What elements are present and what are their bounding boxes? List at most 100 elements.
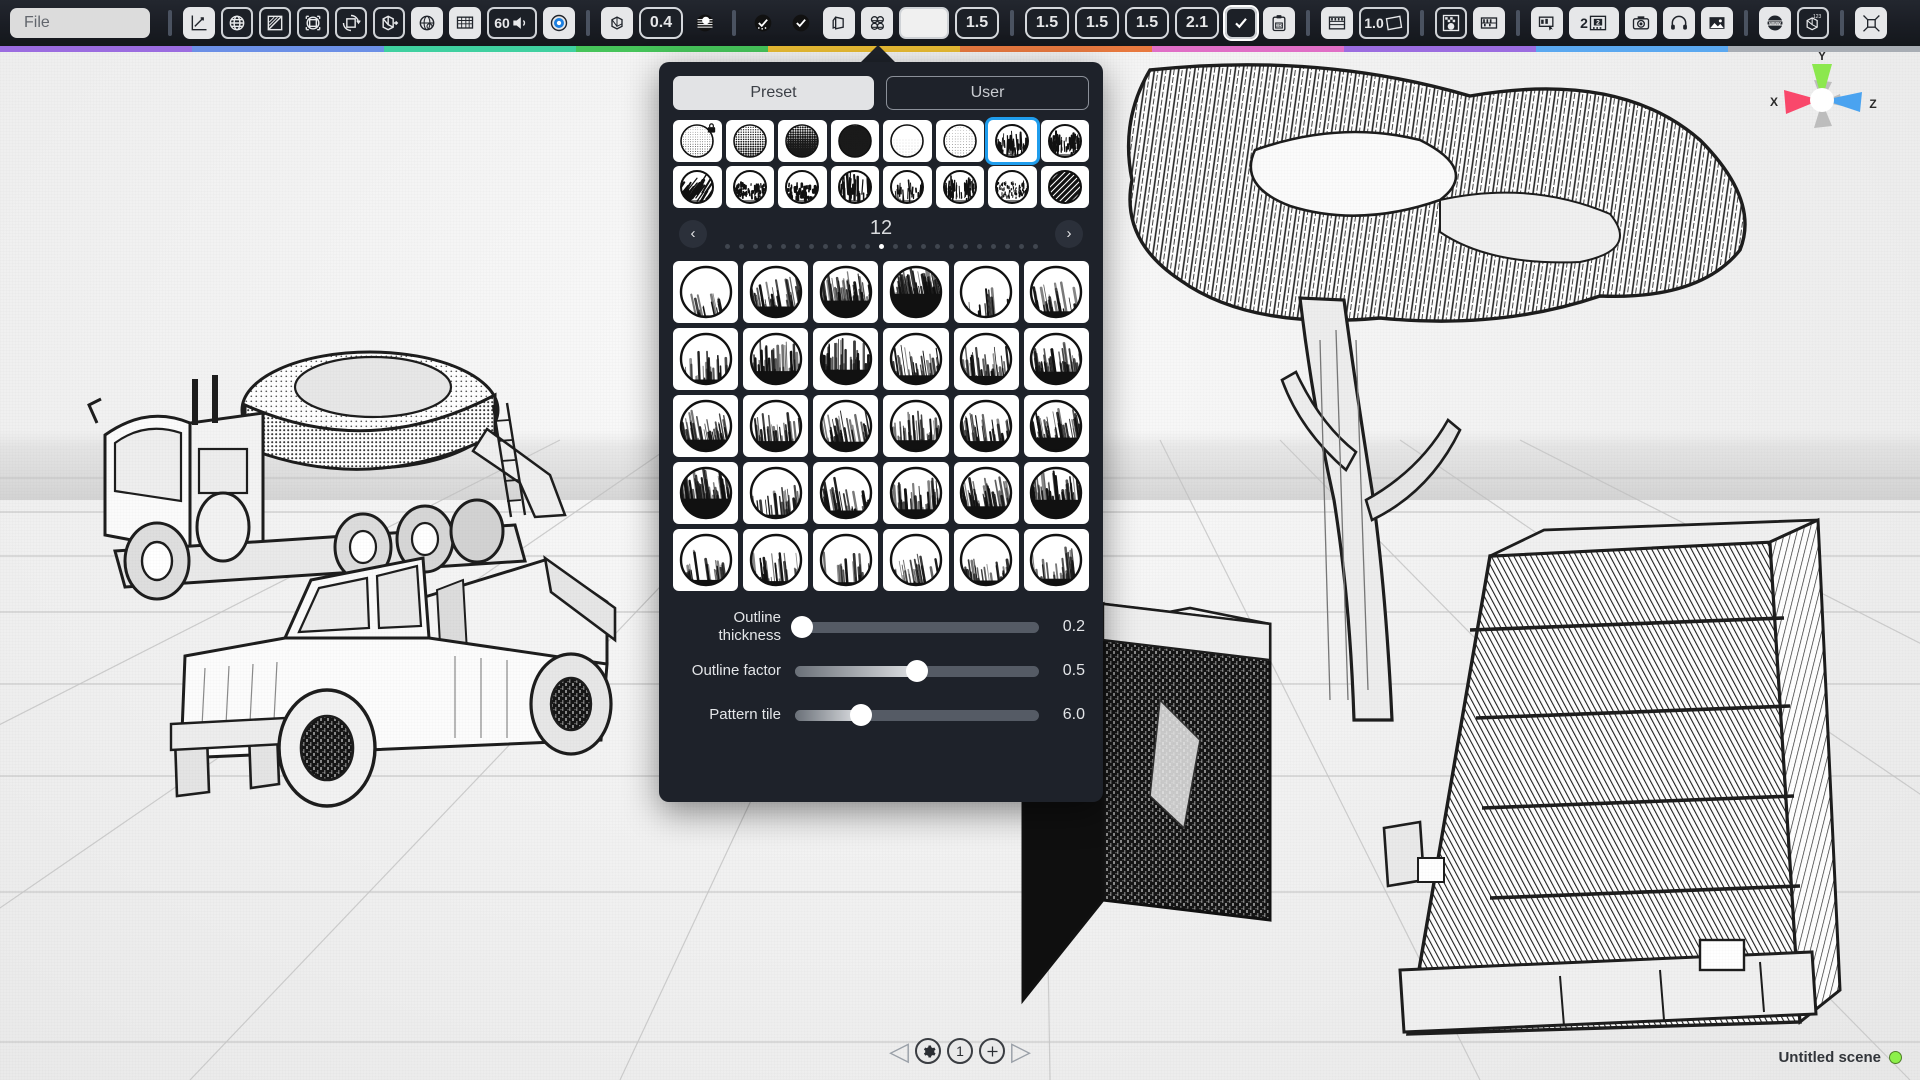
pager-dot[interactable] bbox=[976, 244, 982, 249]
slider-pattern-tile-knob[interactable] bbox=[849, 704, 872, 726]
material-swatch[interactable] bbox=[813, 261, 879, 323]
value-c-button[interactable]: 1.5 bbox=[1075, 7, 1119, 39]
cube-button[interactable] bbox=[601, 7, 633, 39]
bottom-page-bar[interactable]: ◁ 1 ▷ bbox=[0, 1034, 1920, 1068]
pager-dot[interactable] bbox=[836, 244, 842, 249]
axis-gizmo[interactable]: Y X Z bbox=[1762, 50, 1882, 150]
fps-speaker-button[interactable]: 60 bbox=[487, 7, 537, 39]
timeline-button[interactable] bbox=[1473, 7, 1505, 39]
headphones-button[interactable] bbox=[1663, 7, 1695, 39]
swatch-brush-spatter[interactable] bbox=[725, 166, 774, 208]
swatch-brush-gradient[interactable] bbox=[988, 166, 1037, 208]
material-swatch[interactable] bbox=[673, 395, 739, 457]
gradient-square-button[interactable] bbox=[259, 7, 291, 39]
pager-dot[interactable] bbox=[738, 244, 744, 249]
pager-dot[interactable] bbox=[822, 244, 828, 249]
swatch-brush-slash[interactable] bbox=[673, 166, 722, 208]
camera-button[interactable] bbox=[1625, 7, 1657, 39]
frame-2-button[interactable]: 22 bbox=[1569, 7, 1619, 39]
swatch-brush-wisp[interactable] bbox=[883, 166, 932, 208]
pager-dot[interactable] bbox=[906, 244, 912, 249]
material-swatch[interactable] bbox=[1023, 328, 1089, 390]
material-swatch[interactable] bbox=[953, 529, 1019, 591]
four-spheres-button[interactable] bbox=[861, 7, 893, 39]
material-swatch[interactable] bbox=[673, 328, 739, 390]
image-button[interactable] bbox=[1701, 7, 1733, 39]
add-page-button[interactable] bbox=[979, 1038, 1005, 1064]
material-swatch[interactable] bbox=[1023, 529, 1089, 591]
material-swatch[interactable] bbox=[1023, 462, 1089, 524]
tab-preset[interactable]: Preset bbox=[673, 76, 874, 110]
rotate-cube-button[interactable] bbox=[335, 7, 367, 39]
pager-dots[interactable] bbox=[724, 244, 1038, 249]
current-page-indicator[interactable]: 1 bbox=[947, 1038, 973, 1064]
swatch-dot-light[interactable] bbox=[883, 120, 932, 162]
transform-gizmo-button[interactable] bbox=[1855, 7, 1887, 39]
top-swatch-grid[interactable] bbox=[659, 110, 1103, 208]
swatch-brush-bristle[interactable] bbox=[935, 166, 984, 208]
slider-outline-thickness-knob[interactable] bbox=[791, 616, 814, 638]
grid-panel-button[interactable] bbox=[449, 7, 481, 39]
material-sliders[interactable]: Outline thickness 0.2 Outline factor 0.5 Pa… bbox=[659, 591, 1103, 737]
pager-dot[interactable] bbox=[934, 244, 940, 249]
slider-pattern-tile-track[interactable] bbox=[795, 704, 1039, 726]
value-a-button[interactable]: 1.5 bbox=[955, 7, 999, 39]
value-e-button[interactable]: 2.1 bbox=[1175, 7, 1219, 39]
axes-tool-button[interactable] bbox=[183, 7, 215, 39]
panel-tabs[interactable]: Preset User bbox=[659, 62, 1103, 110]
material-swatch[interactable] bbox=[953, 395, 1019, 457]
export-3d-button[interactable]: 3D bbox=[1263, 7, 1295, 39]
material-swatch[interactable] bbox=[883, 328, 949, 390]
pager-prev-button[interactable]: ‹ bbox=[679, 219, 707, 248]
pager-dot[interactable] bbox=[724, 244, 730, 249]
material-swatch[interactable] bbox=[743, 395, 809, 457]
slider-outline-thickness[interactable]: Outline thickness 0.2 bbox=[677, 605, 1085, 649]
slider-outline-thickness-track[interactable] bbox=[791, 616, 1039, 638]
pager-dot[interactable] bbox=[766, 244, 772, 249]
material-swatch[interactable] bbox=[673, 529, 739, 591]
slider-outline-factor[interactable]: Outline factor 0.5 bbox=[677, 649, 1085, 693]
material-swatch[interactable] bbox=[1023, 261, 1089, 323]
tab-user[interactable]: User bbox=[886, 76, 1089, 110]
pager-dot[interactable] bbox=[1018, 244, 1024, 249]
check-circle-button[interactable] bbox=[785, 7, 817, 39]
material-picker-panel[interactable]: Preset User ‹ 12 › Outline thickness 0.2… bbox=[659, 62, 1103, 802]
swatch-dot-fine[interactable] bbox=[673, 120, 722, 162]
pager-dot[interactable] bbox=[990, 244, 996, 249]
checker-dot-button[interactable] bbox=[1435, 7, 1467, 39]
material-swatch[interactable] bbox=[953, 462, 1019, 524]
globe-button[interactable] bbox=[411, 7, 443, 39]
pager-dot[interactable] bbox=[962, 244, 968, 249]
filmstrip-button[interactable] bbox=[1321, 7, 1353, 39]
material-swatch[interactable] bbox=[743, 328, 809, 390]
pager-dot[interactable] bbox=[794, 244, 800, 249]
pager-dot[interactable] bbox=[780, 244, 786, 249]
slider-outline-factor-knob[interactable] bbox=[906, 660, 928, 682]
pager-dot[interactable] bbox=[864, 244, 870, 249]
material-swatch[interactable] bbox=[953, 261, 1019, 323]
globe-wire-button[interactable] bbox=[221, 7, 253, 39]
extrude-cube-button[interactable] bbox=[373, 7, 405, 39]
panel-pager[interactable]: ‹ 12 › bbox=[659, 208, 1103, 251]
pager-dot[interactable] bbox=[808, 244, 814, 249]
bounding-select-button[interactable] bbox=[297, 7, 329, 39]
pager-dot[interactable] bbox=[752, 244, 758, 249]
pager-dot[interactable] bbox=[850, 244, 856, 249]
material-swatch[interactable] bbox=[1023, 395, 1089, 457]
pager-next-button[interactable]: › bbox=[1055, 219, 1083, 248]
pager-dot[interactable] bbox=[920, 244, 926, 249]
material-swatch[interactable] bbox=[813, 395, 879, 457]
cube-123-button[interactable]: 123 bbox=[1797, 7, 1829, 39]
swatch-dot-sparse[interactable] bbox=[935, 120, 984, 162]
material-swatch[interactable] bbox=[883, 529, 949, 591]
material-swatch[interactable] bbox=[813, 462, 879, 524]
material-preview-button[interactable] bbox=[899, 7, 949, 39]
material-swatch[interactable] bbox=[813, 328, 879, 390]
shading-sphere-button[interactable] bbox=[689, 7, 721, 39]
swatch-brush-scratch[interactable] bbox=[1040, 120, 1089, 162]
swatch-dot-dense[interactable] bbox=[778, 120, 827, 162]
material-swatch[interactable] bbox=[673, 462, 739, 524]
timeline-drag-button[interactable] bbox=[1531, 7, 1563, 39]
swatch-dot-heavy[interactable] bbox=[830, 120, 879, 162]
pager-dot[interactable] bbox=[948, 244, 954, 249]
